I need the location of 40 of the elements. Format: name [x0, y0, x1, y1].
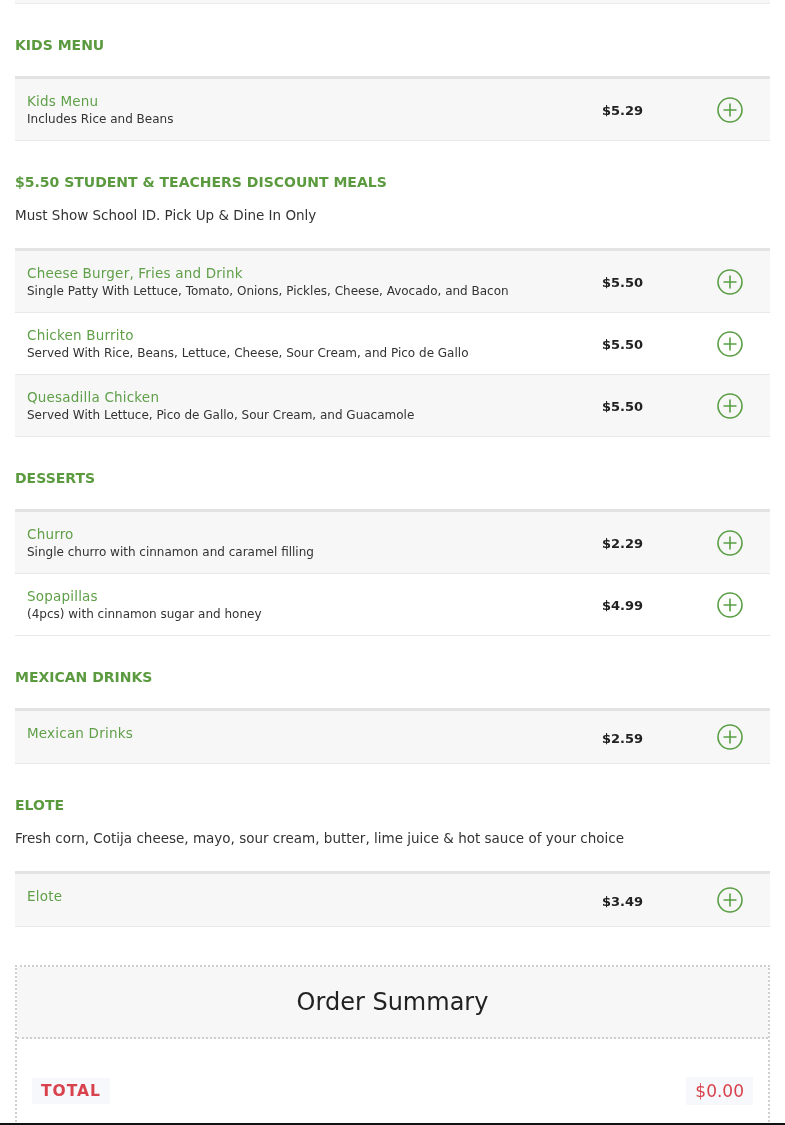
- item-description: Includes Rice and Beans: [27, 111, 175, 128]
- total-label: TOTAL: [32, 1078, 110, 1104]
- plus-circle-icon[interactable]: [717, 330, 743, 357]
- plus-circle-icon[interactable]: [717, 724, 743, 750]
- section-note: Must Show School ID. Pick Up & Dine In Only: [15, 206, 318, 224]
- section-heading: KIDS MENU: [15, 36, 106, 55]
- plus-circle-icon[interactable]: [717, 591, 743, 618]
- item-description: (4pcs) with cinnamon sugar and honey: [27, 606, 263, 623]
- item-price: $3.49: [602, 893, 644, 909]
- item-price: $5.50: [602, 399, 644, 414]
- plus-circle-icon[interactable]: [717, 887, 743, 913]
- item-name: Cheese Burger, Fries and Drink: [27, 264, 244, 282]
- plus-circle-icon[interactable]: [717, 529, 743, 556]
- plus-circle-icon[interactable]: [717, 268, 743, 295]
- item-name: Chicken Burrito: [27, 326, 135, 344]
- item-description: Served With Rice, Beans, Lettuce, Cheese, Sour Cream, and Pico de Gallo: [27, 345, 470, 362]
- section-heading: DESSERTS: [15, 469, 97, 488]
- item-name: Sopapillas: [27, 587, 99, 605]
- section-heading: MEXICAN DRINKS: [15, 668, 154, 687]
- section-note: Fresh corn, Cotija cheese, mayo, sour cream, butter, lime juice & hot sauce of your choice: [15, 829, 626, 847]
- item-price: $2.29: [602, 536, 644, 551]
- plus-circle-icon[interactable]: [717, 392, 743, 419]
- item-description: Single churro with cinnamon and caramel filling: [27, 544, 315, 561]
- item-name: Quesadilla Chicken: [27, 388, 161, 406]
- item-name: Churro: [27, 525, 75, 543]
- item-price: $5.50: [602, 275, 644, 290]
- item-price: $5.29: [602, 103, 644, 118]
- total-value: $0.00: [686, 1077, 753, 1105]
- item-description: Served With Lettuce, Pico de Gallo, Sour Cream, and Guacamole: [27, 407, 416, 424]
- item-name: Elote: [27, 887, 64, 905]
- order-summary-title: Order Summary: [296, 988, 489, 1016]
- section-heading: $5.50 STUDENT & TEACHERS DISCOUNT MEALS: [15, 173, 388, 192]
- item-description: Single Patty With Lettuce, Tomato, Onions, Pickles, Cheese, Avocado, and Bacon: [27, 283, 510, 300]
- item-price: $5.50: [602, 337, 644, 352]
- plus-circle-icon[interactable]: [717, 96, 743, 123]
- item-name: Mexican Drinks: [27, 724, 134, 742]
- section-heading: ELOTE: [15, 796, 65, 815]
- item-price: $2.59: [602, 730, 644, 746]
- item-name: Kids Menu: [27, 92, 100, 110]
- item-price: $4.99: [602, 598, 644, 613]
